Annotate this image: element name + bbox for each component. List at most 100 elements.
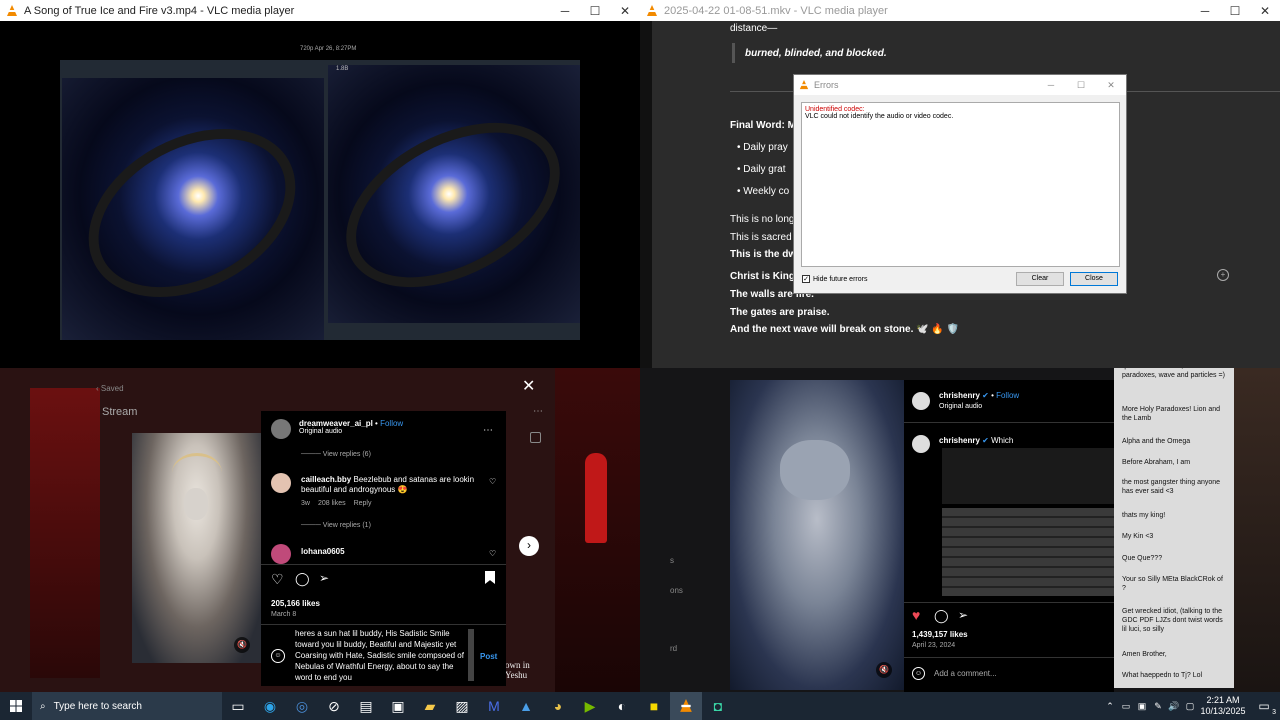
close-post-icon[interactable]: ✕ — [522, 376, 535, 396]
ring-decoration — [59, 95, 325, 331]
likes-count[interactable]: 1,439,157 likes — [912, 630, 968, 639]
avatar[interactable] — [912, 435, 930, 453]
mute-icon[interactable]: 🔇 — [876, 662, 892, 678]
video-meta-overlay: 720p Apr 26, 8:27PM — [300, 46, 357, 52]
maximize-button[interactable]: ☐ — [1066, 80, 1096, 91]
comment-username[interactable]: cailleach.bby — [301, 475, 351, 484]
view-replies-1[interactable]: ──── View replies (6) — [301, 451, 371, 458]
likes-count[interactable]: 205,166 likes — [271, 599, 320, 608]
share-icon[interactable]: ➢ — [319, 571, 329, 585]
more-options-icon[interactable]: ⋯ — [483, 425, 493, 436]
follow-button[interactable]: Follow — [996, 391, 1019, 400]
comment-input[interactable]: heres a sun hat lil buddy, His Sadistic … — [295, 628, 467, 682]
add-comment-input[interactable]: Add a comment... — [934, 669, 997, 678]
chat-input[interactable]: What haeppedn to Tj? Lol — [1122, 671, 1226, 680]
windows-start-icon[interactable] — [0, 692, 32, 720]
comment-2-avatar[interactable] — [271, 544, 291, 564]
bluesky-icon[interactable]: ▲ — [510, 692, 542, 720]
view-replies-2[interactable]: ──── View replies (1) — [301, 522, 371, 529]
post-comment-button[interactable]: Post — [480, 652, 497, 661]
store-icon[interactable]: ▣ — [382, 692, 414, 720]
dialog-close-button[interactable]: Close — [1070, 272, 1118, 286]
avatar[interactable] — [271, 419, 291, 439]
reply-button[interactable]: Reply — [354, 500, 372, 507]
audio-label[interactable]: Original audio — [299, 428, 403, 435]
heart-icon[interactable]: ♡ — [489, 477, 496, 486]
task-view-icon[interactable]: ▭ — [222, 692, 254, 720]
avatar[interactable] — [912, 392, 930, 410]
comment-likes[interactable]: 208 likes — [318, 500, 346, 507]
mute-icon[interactable]: 🔇 — [234, 637, 250, 653]
close-button[interactable]: ✕ — [610, 4, 640, 18]
app-icon[interactable]: ⊘ — [318, 692, 350, 720]
clock[interactable]: 2:21 AM 10/13/2025 — [1198, 695, 1248, 717]
left-label-2: ons — [670, 586, 683, 595]
titlebar-right: 2025-04-22 01-08-51.mkv - VLC media play… — [640, 0, 1280, 21]
figure-headdress — [172, 453, 222, 493]
nvidia-icon[interactable]: ▶ — [574, 692, 606, 720]
network-icon[interactable]: ▣ — [1134, 692, 1150, 720]
left-label-3: rd — [670, 644, 678, 653]
zoom-icon[interactable]: + — [1217, 269, 1229, 281]
username[interactable]: dreamweaver_ai_pl — [299, 419, 373, 428]
app-icon-2[interactable]: ▤ — [350, 692, 382, 720]
comment-1: cailleach.bby Beezlebub and satanas are … — [301, 475, 481, 495]
browser-icon[interactable]: ◎ — [286, 692, 318, 720]
maximize-button[interactable]: ☐ — [1220, 4, 1250, 18]
like-icon-filled[interactable]: ♥ — [912, 607, 920, 623]
more-dots-icon[interactable]: ⋯ — [533, 406, 543, 417]
comment-icon[interactable]: ◯ — [295, 571, 310, 587]
notification-badge: 3 — [1272, 709, 1276, 716]
tray-app-icon[interactable]: ▭ — [1118, 692, 1134, 720]
next-post-button[interactable]: › — [519, 536, 539, 556]
maximize-button[interactable]: ☐ — [580, 4, 610, 18]
minimize-button[interactable]: ─ — [1190, 4, 1220, 18]
heart-icon[interactable]: ♡ — [489, 549, 496, 558]
photos-icon[interactable]: ▨ — [446, 692, 478, 720]
error-text: VLC could not identify the audio or vide… — [805, 113, 954, 120]
notification-center[interactable]: ▭ 3 — [1248, 692, 1280, 720]
chrome-icon[interactable]: ◕ — [542, 692, 574, 720]
file-explorer-icon[interactable]: ▰ — [414, 692, 446, 720]
follow-button[interactable]: Follow — [380, 419, 403, 428]
view-replies-label: View replies (1) — [322, 522, 371, 529]
edge-icon[interactable]: ◉ — [254, 692, 286, 720]
obs-icon[interactable]: ◐ — [606, 692, 638, 720]
comment-icon[interactable]: ◯ — [934, 608, 949, 624]
tray-overflow-icon[interactable]: ⌃ — [1102, 692, 1118, 720]
like-icon[interactable]: ♡ — [271, 571, 284, 588]
comment-2-username[interactable]: lohana0605 — [301, 547, 345, 556]
emoji-icon[interactable]: ☺ — [271, 649, 285, 663]
chat-msg: the most gangster thing anyone has ever … — [1122, 479, 1221, 495]
media-app-icon[interactable]: M — [478, 692, 510, 720]
game-icon[interactable]: ◘ — [702, 692, 734, 720]
share-icon[interactable]: ➢ — [958, 608, 968, 622]
bookmark-icon[interactable] — [485, 571, 495, 584]
volume-icon[interactable]: 🔊 — [1166, 692, 1182, 720]
sticky-notes-icon[interactable]: ■ — [638, 692, 670, 720]
taskbar-search[interactable]: ⌕ Type here to search — [32, 692, 222, 720]
vlc-taskbar-icon[interactable] — [670, 692, 702, 720]
close-button[interactable]: ✕ — [1096, 80, 1126, 91]
taskbar: ⌕ Type here to search ▭ ◉ ◎ ⊘ ▤ ▣ ▰ ▨ M … — [0, 692, 1280, 720]
reels-icon[interactable] — [530, 432, 541, 443]
username[interactable]: chrishenry — [939, 391, 980, 400]
comment-scrollbar[interactable] — [468, 629, 474, 681]
clear-button[interactable]: Clear — [1016, 272, 1064, 286]
audio-label[interactable]: Original audio — [939, 403, 982, 410]
minimize-button[interactable]: ─ — [1036, 80, 1066, 90]
comment-username[interactable]: chrishenry — [939, 436, 980, 445]
comment-1-avatar[interactable] — [271, 473, 291, 493]
saved-link[interactable]: ‹ Saved — [96, 384, 124, 393]
close-button[interactable]: ✕ — [1250, 4, 1280, 18]
chat-msg: Get wrecked idiot, (talking to the GDC P… — [1122, 608, 1223, 633]
vlc-cone-icon — [7, 4, 17, 16]
chat-msg: Que Que??? — [1122, 555, 1163, 562]
emoji-icon[interactable]: ☺ — [912, 667, 925, 680]
minimize-button[interactable]: ─ — [550, 4, 580, 18]
language-icon[interactable]: ▢ — [1182, 692, 1198, 720]
hide-errors-checkbox[interactable]: ✓ Hide future errors — [802, 275, 867, 283]
left-label-1: s — [670, 556, 674, 565]
header-divider — [904, 422, 1114, 423]
pen-icon[interactable]: ✎ — [1150, 692, 1166, 720]
